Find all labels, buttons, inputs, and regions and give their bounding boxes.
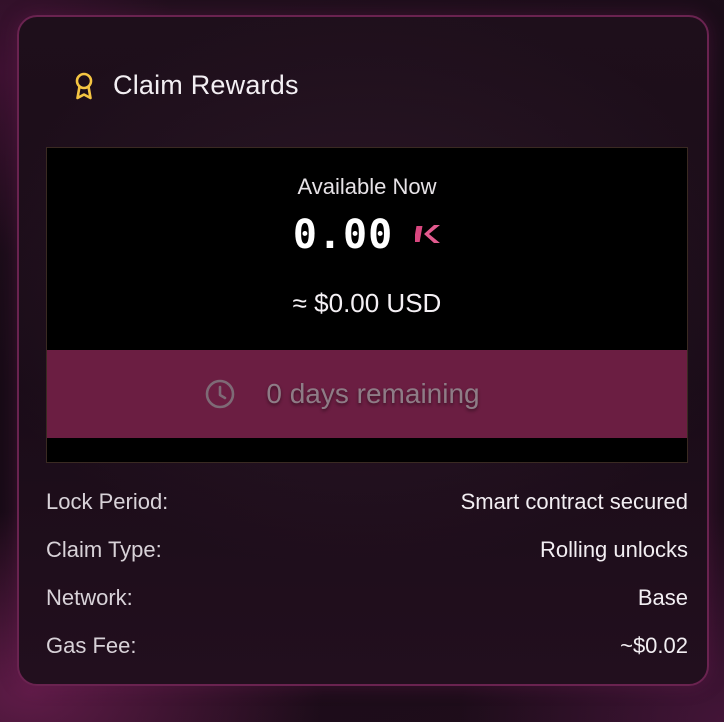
detail-value: Base <box>637 585 688 610</box>
detail-label: Network: <box>46 585 133 610</box>
token-k-logo-icon <box>413 223 441 245</box>
available-now-label: Available Now <box>297 174 437 199</box>
card-header: Claim Rewards <box>71 70 299 101</box>
card-title: Claim Rewards <box>113 70 299 100</box>
amount-row: 0.00 <box>47 212 687 258</box>
detail-label: Lock Period: <box>46 489 169 514</box>
claim-rewards-card: Claim Rewards Available Now 0.00 ≈ $0.00… <box>17 15 709 686</box>
detail-row-lock-period: Lock Period: Smart contract secured <box>46 487 688 517</box>
available-panel: Available Now 0.00 ≈ $0.00 USD 0 days re… <box>46 147 688 463</box>
time-remaining-bar: 0 days remaining <box>47 350 687 438</box>
clock-icon <box>204 378 236 410</box>
detail-row-gas-fee: Gas Fee: ~$0.02 <box>46 631 688 661</box>
detail-row-claim-type: Claim Type: Rolling unlocks <box>46 535 688 565</box>
detail-row-network: Network: Base <box>46 583 688 613</box>
award-ribbon-icon <box>71 71 97 101</box>
available-amount: 0.00 <box>292 212 394 258</box>
detail-value: Smart contract secured <box>460 489 688 514</box>
detail-label: Gas Fee: <box>46 633 137 658</box>
usd-value: ≈ $0.00 USD <box>292 288 442 318</box>
detail-value: ~$0.02 <box>620 633 688 658</box>
detail-value: Rolling unlocks <box>540 537 688 562</box>
days-remaining-text: 0 days remaining <box>266 378 480 409</box>
detail-label: Claim Type: <box>46 537 162 562</box>
